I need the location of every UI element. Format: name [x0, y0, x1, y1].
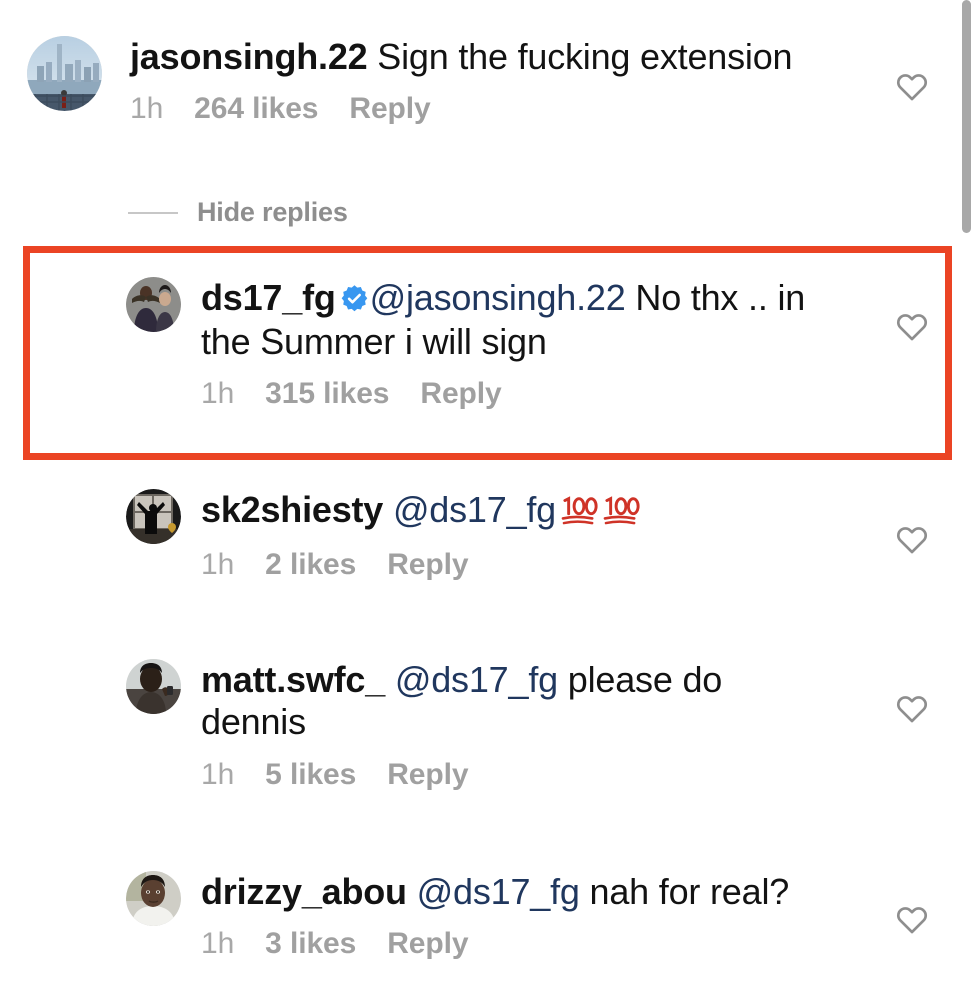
comment-mention[interactable]: @jasonsingh.22 — [370, 277, 626, 318]
avatar[interactable] — [126, 489, 181, 544]
comment-meta: 1h 315 likes Reply — [201, 377, 856, 411]
comment-mention[interactable]: @ds17_fg — [395, 659, 558, 700]
comment-timestamp: 1h — [201, 927, 235, 961]
comment-reply-button[interactable]: Reply — [387, 927, 468, 961]
comment-username[interactable]: sk2shiesty — [201, 489, 383, 530]
comment-item[interactable]: sk2shiesty @ds17_fg 1h 2 likes Reply — [126, 489, 856, 582]
comment-mention[interactable]: @ds17_fg — [417, 871, 580, 912]
comment-text: matt.swfc_ @ds17_fg please do dennis — [201, 659, 811, 744]
comment-reply-button[interactable]: Reply — [387, 548, 468, 582]
comment-timestamp: 1h — [201, 548, 235, 582]
hundred-emoji-icon — [603, 496, 640, 525]
instagram-comments-screen: jasonsingh.22 Sign the fucking extension… — [0, 0, 979, 1000]
comment-timestamp: 1h — [130, 92, 164, 126]
comment-mention[interactable]: @ds17_fg — [393, 489, 556, 530]
scrollbar-track[interactable] — [962, 0, 971, 1000]
heart-icon — [896, 696, 928, 723]
avatar-image-person-dark — [126, 659, 181, 714]
scrollbar-thumb[interactable] — [962, 0, 971, 233]
comment-likes[interactable]: 264 likes — [194, 92, 318, 126]
verified-badge-icon — [341, 279, 368, 321]
comment-text: sk2shiesty @ds17_fg — [201, 489, 856, 534]
comment-username[interactable]: drizzy_abou — [201, 871, 407, 912]
hundred-points-emoji — [560, 492, 598, 534]
comment-message: nah for real? — [589, 871, 790, 912]
comment-message: Sign the fucking extension — [377, 36, 793, 77]
dash-divider-icon — [128, 211, 178, 214]
comment-reply-button[interactable]: Reply — [387, 758, 468, 792]
comment-meta: 1h 264 likes Reply — [130, 92, 857, 126]
comment-body: drizzy_abou @ds17_fg nah for real? 1h 3 … — [201, 871, 886, 961]
hide-replies-label[interactable]: Hide replies — [197, 197, 348, 228]
comment-text: jasonsingh.22 Sign the fucking extension — [130, 36, 857, 78]
like-button[interactable] — [895, 523, 929, 557]
avatar-image-two-people — [126, 277, 181, 332]
avatar[interactable] — [27, 36, 102, 111]
comment-body: ds17_fg @jasonsingh.22 No thx .. in the S… — [201, 277, 856, 411]
avatar[interactable] — [126, 659, 181, 714]
comment-likes[interactable]: 5 likes — [265, 758, 356, 792]
like-button[interactable] — [895, 70, 929, 104]
avatar-image-city-skyline — [27, 36, 102, 111]
comment-timestamp: 1h — [201, 757, 235, 791]
comment-reply-button[interactable]: Reply — [420, 377, 501, 411]
verified-check-icon — [341, 285, 367, 312]
comment-likes[interactable]: 2 likes — [265, 548, 356, 582]
comment-item[interactable]: matt.swfc_ @ds17_fg please do dennis 1h … — [126, 659, 856, 792]
heart-icon — [896, 527, 928, 554]
comment-body: jasonsingh.22 Sign the fucking extension… — [130, 36, 857, 126]
comment-meta: 1h 2 likes Reply — [201, 548, 856, 582]
comment-likes[interactable]: 315 likes — [265, 377, 389, 411]
heart-icon — [896, 907, 928, 934]
comment-reply-button[interactable]: Reply — [349, 92, 430, 126]
comment-meta: 1h 5 likes Reply — [201, 758, 856, 792]
like-button[interactable] — [895, 692, 929, 726]
comment-likes[interactable]: 3 likes — [265, 927, 356, 961]
comment-username[interactable]: jasonsingh.22 — [130, 36, 368, 77]
like-button[interactable] — [895, 903, 929, 937]
hundred-points-emoji — [602, 492, 640, 534]
heart-icon — [896, 74, 928, 101]
comment-body: sk2shiesty @ds17_fg 1h 2 likes Reply — [201, 489, 856, 582]
comment-item[interactable]: ds17_fg @jasonsingh.22 No thx .. in the S… — [126, 277, 856, 411]
comment-username[interactable]: matt.swfc_ — [201, 659, 385, 700]
hide-replies-row[interactable]: Hide replies — [128, 197, 348, 228]
comment-item[interactable]: jasonsingh.22 Sign the fucking extension… — [27, 36, 857, 126]
comment-meta: 1h 3 likes Reply — [201, 927, 886, 961]
comment-username[interactable]: ds17_fg — [201, 277, 336, 318]
avatar-image-person-white-shirt — [126, 871, 181, 926]
like-button[interactable] — [895, 310, 929, 344]
avatar[interactable] — [126, 871, 181, 926]
comment-timestamp: 1h — [201, 376, 235, 410]
comment-item[interactable]: drizzy_abou @ds17_fg nah for real? 1h 3 … — [126, 871, 886, 961]
heart-icon — [896, 314, 928, 341]
hundred-emoji-icon — [561, 496, 598, 525]
avatar[interactable] — [126, 277, 181, 332]
comment-body: matt.swfc_ @ds17_fg please do dennis 1h … — [201, 659, 856, 792]
avatar-image-silhouette-window — [126, 489, 181, 544]
comment-text: ds17_fg @jasonsingh.22 No thx .. in the S… — [201, 277, 856, 364]
comment-text: drizzy_abou @ds17_fg nah for real? — [201, 871, 886, 913]
